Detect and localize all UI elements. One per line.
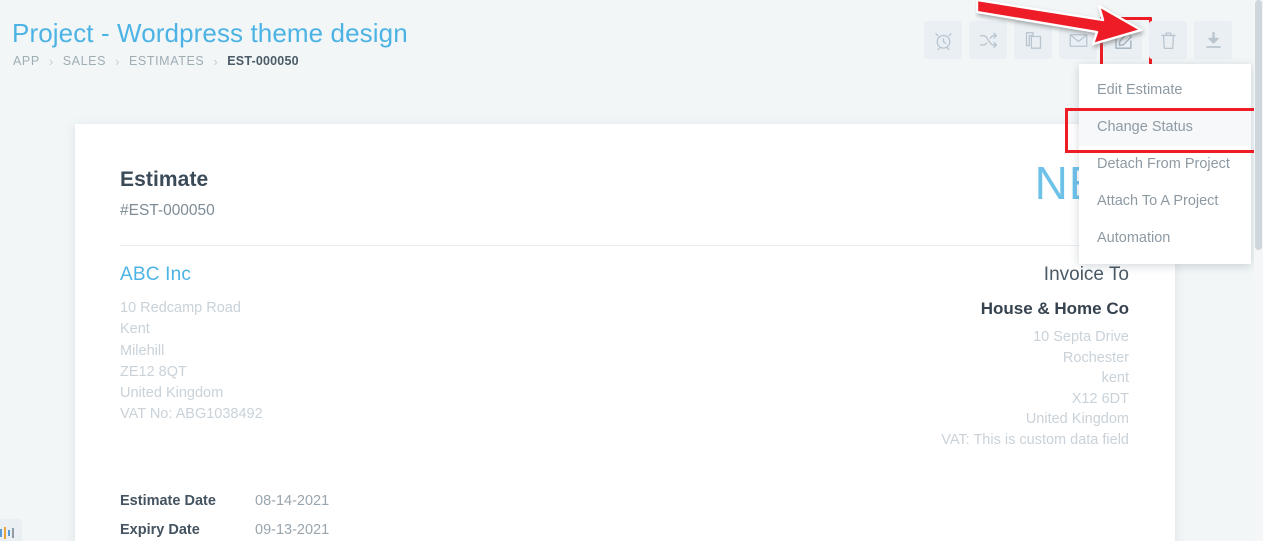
estimate-date-label: Estimate Date bbox=[120, 492, 216, 509]
breadcrumb-separator-icon: › bbox=[213, 53, 219, 69]
invoice-to-label: Invoice To bbox=[1043, 264, 1129, 285]
document-actions-toolbar bbox=[924, 17, 1232, 69]
delete-button[interactable] bbox=[1149, 21, 1187, 59]
edit-actions-dropdown-menu: Edit Estimate Change Status Detach From … bbox=[1065, 64, 1257, 264]
menu-item-automation[interactable]: Automation bbox=[1079, 220, 1251, 257]
breadcrumb-item-sales[interactable]: SALES bbox=[63, 54, 106, 68]
alarm-clock-icon bbox=[933, 30, 954, 51]
envelope-icon bbox=[1068, 30, 1089, 51]
document-divider bbox=[120, 245, 1130, 246]
to-address-line: 10 Septa Drive bbox=[1033, 329, 1129, 345]
from-address-line: ZE12 8QT bbox=[120, 363, 187, 380]
invoice-to-address-lines: 10 Septa Drive Rochester kent X12 6DT Un… bbox=[941, 327, 1129, 450]
menu-item-change-status[interactable]: Change Status bbox=[1065, 108, 1257, 153]
shuffle-icon bbox=[978, 30, 999, 51]
download-button[interactable] bbox=[1194, 21, 1232, 59]
page-scrollbar[interactable] bbox=[1254, 0, 1263, 541]
document-heading: Estimate #EST-000050 bbox=[120, 168, 215, 220]
page-title: Project - Wordpress theme design bbox=[12, 18, 408, 48]
to-vat-line: VAT: This is custom data field bbox=[941, 431, 1129, 448]
trash-icon bbox=[1158, 30, 1179, 51]
bottom-left-floating-button[interactable] bbox=[0, 519, 22, 541]
menu-item-edit-estimate[interactable]: Edit Estimate bbox=[1079, 72, 1251, 109]
expiry-date-value: 09-13-2021 bbox=[255, 521, 330, 538]
download-icon bbox=[1203, 30, 1224, 51]
invoice-to-block: Invoice To House & Home Co 10 Septa Driv… bbox=[941, 264, 1129, 450]
breadcrumb-separator-icon: › bbox=[48, 53, 54, 69]
duplicate-button[interactable] bbox=[1014, 21, 1052, 59]
breadcrumb: APP › SALES › ESTIMATES › EST-000050 bbox=[13, 54, 299, 68]
to-address-line: United Kingdom bbox=[1025, 411, 1129, 427]
copy-icon bbox=[1023, 30, 1044, 51]
table-row: Expiry Date 09-13-2021 bbox=[120, 515, 329, 541]
from-address-lines: 10 Redcamp Road Kent Milehill ZE12 8QT U… bbox=[120, 298, 263, 426]
expiry-date-label: Expiry Date bbox=[120, 521, 200, 538]
estimate-document-card: Estimate #EST-000050 NEW ABC Inc 10 Redc… bbox=[75, 124, 1175, 541]
to-address-line: X12 6DT bbox=[1071, 390, 1129, 407]
convert-button[interactable] bbox=[969, 21, 1007, 59]
breadcrumb-item-estimates[interactable]: ESTIMATES bbox=[129, 54, 204, 68]
breadcrumb-separator-icon: › bbox=[115, 53, 120, 69]
invoice-to-company-name: House & Home Co bbox=[980, 299, 1129, 318]
reminder-button[interactable] bbox=[924, 21, 962, 59]
from-address-line: United Kingdom bbox=[120, 385, 224, 402]
breadcrumb-item-current: EST-000050 bbox=[227, 54, 299, 68]
to-address-line: kent bbox=[1101, 370, 1129, 386]
to-address-line: Rochester bbox=[1062, 349, 1129, 366]
table-row: Estimate Date 08-14-2021 bbox=[120, 486, 329, 515]
menu-item-attach-to-a-project[interactable]: Attach To A Project bbox=[1079, 183, 1251, 220]
page-scrollbar-thumb[interactable] bbox=[1255, 0, 1262, 250]
from-address-line: Kent bbox=[120, 321, 150, 338]
menu-item-detach-from-project[interactable]: Detach From Project bbox=[1079, 146, 1251, 183]
estimate-date-value: 08-14-2021 bbox=[255, 492, 330, 509]
edit-actions-button[interactable] bbox=[1100, 17, 1152, 69]
document-dates-table: Estimate Date 08-14-2021 Expiry Date 09-… bbox=[120, 486, 329, 541]
edit-square-icon bbox=[1113, 30, 1134, 51]
from-address-line: 10 Redcamp Road bbox=[120, 300, 241, 316]
from-company-name[interactable]: ABC Inc bbox=[120, 264, 263, 286]
from-address-line: Milehill bbox=[120, 342, 165, 359]
breadcrumb-item-app[interactable]: APP bbox=[13, 54, 40, 68]
from-vat-line: VAT No: ABG1038492 bbox=[120, 406, 263, 423]
document-number: #EST-000050 bbox=[120, 202, 215, 219]
send-email-button[interactable] bbox=[1059, 21, 1097, 59]
document-type-label: Estimate bbox=[120, 168, 209, 191]
from-address-block: ABC Inc 10 Redcamp Road Kent Milehill ZE… bbox=[120, 264, 263, 426]
sound-wave-icon bbox=[0, 527, 14, 539]
page-header: Project - Wordpress theme design APP › S… bbox=[0, 0, 1263, 95]
